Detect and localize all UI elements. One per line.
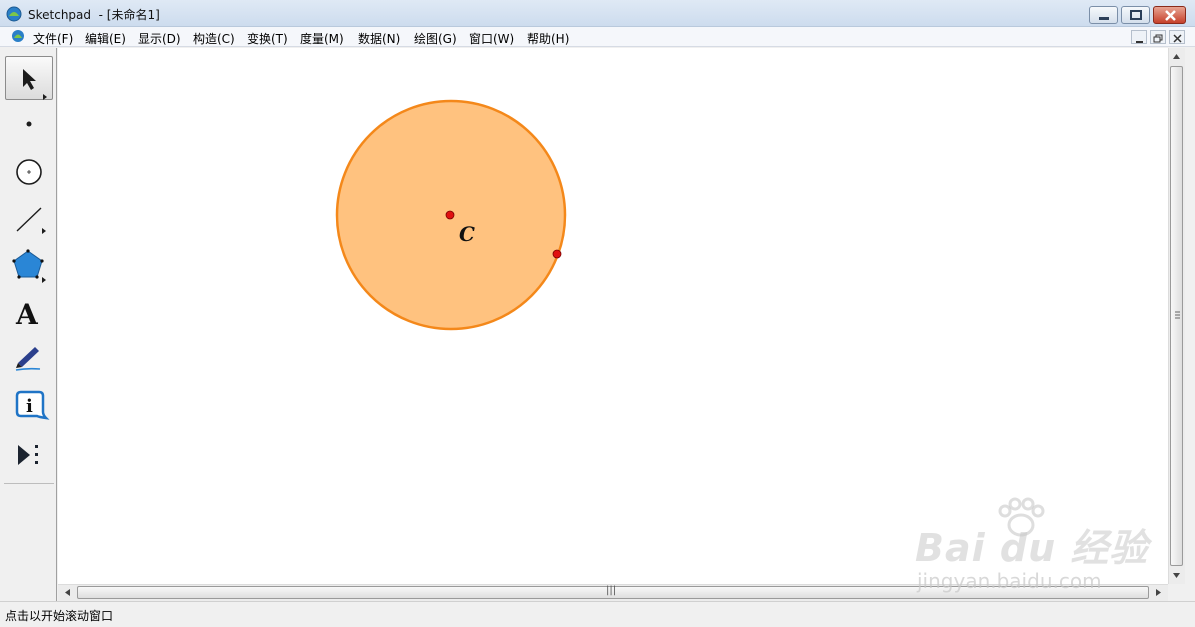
arrow-up-icon bbox=[1173, 54, 1180, 59]
doc-close-button[interactable] bbox=[1169, 30, 1185, 44]
menu-transform[interactable]: 变换(T) bbox=[247, 30, 288, 47]
toolbox: A i bbox=[0, 48, 57, 601]
center-point[interactable] bbox=[445, 210, 455, 220]
menu-graph[interactable]: 绘图(G) bbox=[414, 30, 457, 47]
menu-bar: 文件(F) 编辑(E) 显示(D) 构造(C) 变换(T) 度量(M) 数据(N… bbox=[0, 27, 1195, 47]
radius-point[interactable] bbox=[552, 249, 562, 259]
marker-tool-button[interactable] bbox=[5, 339, 53, 383]
close-icon bbox=[1165, 10, 1176, 21]
menu-construct[interactable]: 构造(C) bbox=[193, 30, 235, 47]
polygon-icon bbox=[12, 249, 46, 283]
close-icon bbox=[1173, 34, 1182, 43]
polygon-tool-button[interactable] bbox=[5, 245, 53, 289]
menu-help[interactable]: 帮助(H) bbox=[527, 30, 569, 47]
toolbox-divider bbox=[4, 483, 54, 484]
minimize-button[interactable] bbox=[1089, 6, 1118, 24]
menu-window[interactable]: 窗口(W) bbox=[469, 30, 514, 47]
information-icon: i bbox=[15, 390, 50, 420]
minimize-icon bbox=[1099, 17, 1109, 20]
menu-file[interactable]: 文件(F) bbox=[33, 30, 73, 47]
status-text: 点击以开始滚动窗口 bbox=[5, 609, 114, 623]
title-bar: Sketchpad - [未命名1] bbox=[0, 0, 1195, 27]
window-title: Sketchpad - [未命名1] bbox=[28, 8, 160, 22]
menu-number[interactable]: 数据(N) bbox=[358, 30, 400, 47]
scroll-left-button[interactable] bbox=[60, 585, 75, 600]
scroll-up-button[interactable] bbox=[1169, 49, 1184, 64]
minimize-icon bbox=[1136, 41, 1143, 43]
maximize-button[interactable] bbox=[1121, 6, 1150, 24]
restore-icon bbox=[1130, 10, 1142, 20]
straightedge-icon bbox=[16, 207, 46, 234]
vertical-scroll-thumb[interactable] bbox=[1170, 66, 1183, 566]
menu-edit[interactable]: 编辑(E) bbox=[85, 30, 126, 47]
point-tool-button[interactable] bbox=[5, 102, 53, 146]
status-bar: 点击以开始滚动窗口 bbox=[0, 601, 1195, 627]
point-icon bbox=[26, 121, 32, 127]
custom-tool-icon bbox=[18, 445, 38, 465]
arrow-select-icon bbox=[23, 69, 47, 100]
svg-text:A: A bbox=[15, 298, 39, 331]
sketchpad-window: Sketchpad - [未命名1] 文件(F) 编辑(E) 显示(D) 构造(… bbox=[0, 0, 1195, 627]
restore-icon bbox=[1153, 34, 1163, 43]
doc-minimize-button[interactable] bbox=[1131, 30, 1147, 44]
doc-restore-button[interactable] bbox=[1150, 30, 1166, 44]
custom-tool-button[interactable] bbox=[5, 433, 53, 477]
text-icon: A bbox=[15, 298, 39, 331]
svg-text:i: i bbox=[26, 396, 33, 417]
arrow-right-icon bbox=[1156, 589, 1161, 596]
menu-measure[interactable]: 度量(M) bbox=[300, 30, 344, 47]
center-label[interactable]: C bbox=[459, 222, 475, 246]
menu-display[interactable]: 显示(D) bbox=[138, 30, 181, 47]
compass-icon bbox=[16, 159, 42, 185]
text-tool-button[interactable]: A bbox=[5, 292, 53, 336]
scroll-right-button[interactable] bbox=[1151, 585, 1166, 600]
straightedge-tool-button[interactable] bbox=[5, 198, 53, 242]
scroll-down-button[interactable] bbox=[1169, 568, 1184, 583]
grip-icon bbox=[1175, 311, 1180, 319]
horizontal-scroll-thumb[interactable]: ||| bbox=[77, 585, 1149, 599]
arrow-tool-button[interactable] bbox=[5, 56, 53, 100]
document-icon[interactable] bbox=[11, 29, 25, 43]
sketch-drawing: C bbox=[335, 99, 567, 331]
sketch-canvas[interactable]: C bbox=[58, 48, 1168, 584]
close-button[interactable] bbox=[1153, 6, 1186, 24]
compass-tool-button[interactable] bbox=[5, 150, 53, 194]
arrow-left-icon bbox=[65, 589, 70, 596]
grip-icon: ||| bbox=[606, 585, 617, 596]
marker-icon bbox=[15, 347, 41, 371]
sketchpad-app-icon bbox=[6, 6, 22, 22]
arrow-down-icon bbox=[1173, 573, 1180, 578]
information-tool-button[interactable]: i bbox=[5, 386, 53, 430]
